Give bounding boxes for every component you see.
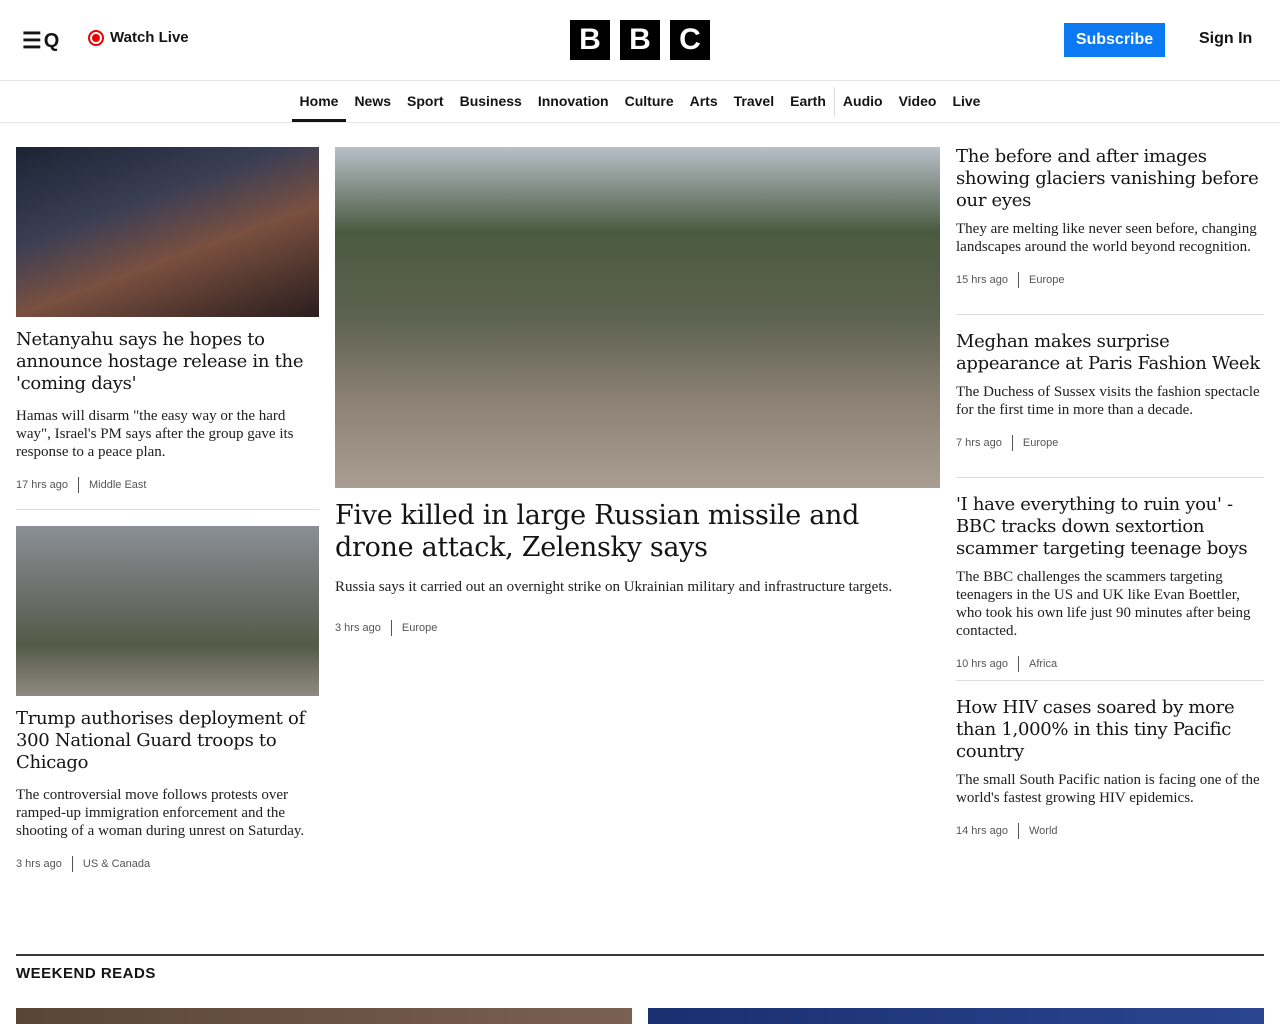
story-time: 7 hrs ago: [956, 437, 1002, 449]
story-card[interactable]: Netanyahu says he hopes to announce host…: [16, 147, 319, 493]
main-nav: Home News Sport Business Innovation Cult…: [0, 81, 1280, 123]
story-section[interactable]: Europe: [1023, 437, 1058, 449]
story-image: [16, 147, 319, 317]
story-time: 17 hrs ago: [16, 479, 68, 491]
lead-story[interactable]: Five killed in large Russian missile and…: [335, 147, 940, 636]
nav-innovation[interactable]: Innovation: [530, 81, 617, 122]
nav-sport[interactable]: Sport: [399, 81, 452, 122]
story-meta: 7 hrs ago Europe: [956, 435, 1264, 451]
menu-search-button[interactable]: ☰Q: [22, 28, 59, 54]
search-icon: Q: [44, 30, 60, 53]
nav-earth[interactable]: Earth: [782, 81, 834, 122]
story-section[interactable]: Europe: [1029, 274, 1064, 286]
nav-arts[interactable]: Arts: [682, 81, 726, 122]
story-image: [16, 526, 319, 696]
story-time: 10 hrs ago: [956, 658, 1008, 670]
story-headline[interactable]: 'I have everything to ruin you' - BBC tr…: [956, 494, 1264, 560]
nav-video[interactable]: Video: [891, 81, 945, 122]
story-summary: Hamas will disarm "the easy way or the h…: [16, 407, 319, 461]
subscribe-button[interactable]: Subscribe: [1064, 23, 1165, 57]
divider: [956, 680, 1264, 681]
logo-letter: B: [620, 20, 660, 60]
story-meta: 17 hrs ago Middle East: [16, 477, 319, 493]
story-time: 15 hrs ago: [956, 274, 1008, 286]
divider: [956, 314, 1264, 315]
story-summary: They are melting like never seen before,…: [956, 220, 1264, 256]
live-icon: [88, 30, 104, 46]
story-headline[interactable]: Trump authorises deployment of 300 Natio…: [16, 708, 319, 774]
logo-letter: B: [570, 20, 610, 60]
lead-story-image: [335, 147, 940, 488]
nav-business[interactable]: Business: [452, 81, 530, 122]
nav-home[interactable]: Home: [292, 81, 347, 122]
lead-summary: Russia says it carried out an overnight …: [335, 578, 940, 596]
story-meta: 10 hrs ago Africa: [956, 656, 1264, 672]
story-headline[interactable]: How HIV cases soared by more than 1,000%…: [956, 697, 1264, 763]
nav-culture[interactable]: Culture: [617, 81, 682, 122]
story-headline[interactable]: Meghan makes surprise appearance at Pari…: [956, 331, 1264, 375]
story-section[interactable]: World: [1029, 825, 1058, 837]
story-summary: The controversial move follows protests …: [16, 786, 319, 840]
watch-live-link[interactable]: Watch Live: [88, 29, 189, 46]
story-time: 3 hrs ago: [335, 622, 381, 634]
story-card[interactable]: 'I have everything to ruin you' - BBC tr…: [956, 494, 1264, 672]
site-header: ☰Q Watch Live BBC Subscribe Sign In: [0, 0, 1280, 81]
story-summary: The small South Pacific nation is facing…: [956, 771, 1264, 807]
sign-in-link[interactable]: Sign In: [1199, 30, 1252, 48]
story-headline[interactable]: Netanyahu says he hopes to announce host…: [16, 329, 319, 395]
story-meta: 3 hrs ago US & Canada: [16, 856, 319, 872]
story-section[interactable]: Africa: [1029, 658, 1057, 670]
weekend-story-image[interactable]: [16, 1008, 632, 1024]
weekend-reads-heading: WEEKEND READS: [16, 965, 156, 982]
divider: [956, 477, 1264, 478]
story-card[interactable]: Meghan makes surprise appearance at Pari…: [956, 331, 1264, 451]
story-meta: 14 hrs ago World: [956, 823, 1264, 839]
story-time: 3 hrs ago: [16, 858, 62, 870]
story-card[interactable]: The before and after images showing glac…: [956, 146, 1264, 288]
story-summary: The Duchess of Sussex visits the fashion…: [956, 383, 1264, 419]
divider: [16, 509, 319, 510]
watch-live-label: Watch Live: [110, 29, 189, 46]
story-meta: 15 hrs ago Europe: [956, 272, 1264, 288]
bbc-logo[interactable]: BBC: [570, 20, 710, 60]
story-card[interactable]: Trump authorises deployment of 300 Natio…: [16, 526, 319, 872]
story-headline[interactable]: The before and after images showing glac…: [956, 146, 1264, 212]
logo-letter: C: [670, 20, 710, 60]
story-section[interactable]: Middle East: [89, 479, 146, 491]
nav-news[interactable]: News: [346, 81, 399, 122]
story-summary: The BBC challenges the scammers targetin…: [956, 568, 1264, 640]
story-time: 14 hrs ago: [956, 825, 1008, 837]
nav-travel[interactable]: Travel: [726, 81, 782, 122]
nav-audio[interactable]: Audio: [835, 81, 891, 122]
story-section[interactable]: Europe: [402, 622, 437, 634]
story-card[interactable]: How HIV cases soared by more than 1,000%…: [956, 697, 1264, 839]
weekend-story-image[interactable]: [648, 1008, 1264, 1024]
story-section[interactable]: US & Canada: [83, 858, 150, 870]
story-meta: 3 hrs ago Europe: [335, 620, 940, 636]
section-divider: [16, 954, 1264, 956]
menu-icon: ☰: [22, 28, 42, 54]
lead-headline[interactable]: Five killed in large Russian missile and…: [335, 500, 940, 564]
nav-live[interactable]: Live: [944, 81, 988, 122]
